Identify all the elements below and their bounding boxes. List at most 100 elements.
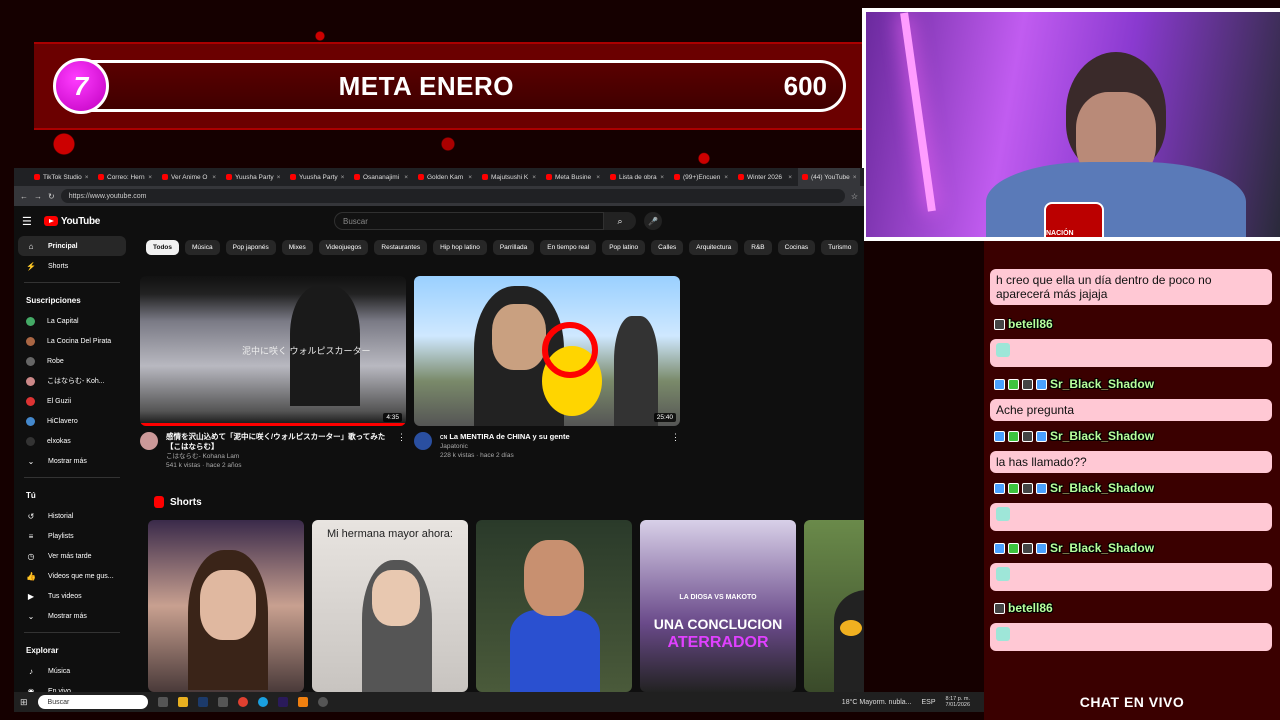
menu-icon[interactable]: ☰ — [22, 215, 32, 228]
sidebar-item-explore[interactable]: ◉ En vivo — [14, 681, 130, 693]
close-icon[interactable]: × — [724, 174, 728, 181]
sidebar-item-you[interactable]: ◷ Ver más tarde — [14, 546, 130, 566]
photoshop-icon[interactable] — [197, 697, 208, 707]
subscription-item[interactable]: elxokas — [14, 431, 130, 451]
close-icon[interactable]: × — [788, 174, 792, 181]
back-icon[interactable]: ← — [20, 192, 28, 201]
short-card[interactable] — [148, 520, 304, 692]
video-card[interactable]: 泥中に咲く ウォルピスカーター 4:35 感情を沢山込めて「泥中に咲く/ウォルピ… — [140, 276, 406, 470]
video-title[interactable]: CN La MENTIRA de CHINA y su gente — [440, 432, 570, 442]
browser-tab[interactable]: (44) YouTube × — [798, 168, 860, 186]
reload-icon[interactable]: ↻ — [48, 192, 55, 201]
filter-chip[interactable]: Música — [185, 240, 220, 255]
sidebar-item-you[interactable]: ↺ Historial — [14, 506, 130, 526]
chrome-icon[interactable] — [237, 697, 248, 707]
video-thumbnail[interactable]: 25:40 — [414, 276, 680, 426]
explorer-icon[interactable] — [177, 697, 188, 707]
app-icon[interactable] — [217, 697, 228, 707]
filter-chip[interactable]: Parrillada — [492, 240, 535, 255]
youtube-logo[interactable]: YouTube — [43, 216, 100, 227]
filter-chip[interactable]: Cocinas — [777, 240, 816, 255]
subscription-item[interactable]: ⌄ Mostrar más — [14, 451, 130, 471]
close-icon[interactable]: × — [596, 174, 600, 181]
forward-icon[interactable]: → — [34, 192, 42, 201]
mic-icon[interactable]: 🎤 — [644, 212, 662, 230]
filter-chip[interactable]: Pop latino — [602, 240, 646, 255]
chat-username[interactable]: Sr_Black_Shadow — [994, 481, 1154, 495]
close-icon[interactable]: × — [277, 174, 281, 181]
channel-avatar[interactable] — [414, 432, 432, 450]
video-card[interactable]: 25:40 CN La MENTIRA de CHINA y su gente … — [414, 276, 680, 460]
close-icon[interactable]: × — [468, 174, 472, 181]
browser-tab[interactable]: Yuusha Party × — [222, 168, 284, 186]
close-icon[interactable]: × — [532, 174, 536, 181]
browser-tab[interactable]: Correo: Hern × — [94, 168, 156, 186]
sidebar-item-you[interactable]: ▶ Tus videos — [14, 586, 130, 606]
sidebar-item-principal[interactable]: ⌂ Principal — [18, 236, 126, 256]
filter-chip[interactable]: Hip hop latino — [433, 240, 487, 255]
browser-tab[interactable]: (99+)Encuen × — [670, 168, 732, 186]
taskbar-search[interactable]: Buscar — [37, 695, 148, 709]
short-card[interactable]: LA DIOSA VS MAKOTO UNA CONCLUCION ATERRA… — [640, 520, 796, 692]
close-icon[interactable]: × — [341, 174, 345, 181]
search-input[interactable]: Buscar — [334, 212, 604, 230]
browser-tab[interactable]: Yuusha Party × — [286, 168, 348, 186]
filter-chip[interactable]: Videojuegos — [318, 240, 369, 255]
browser-tab[interactable]: Lista de obra × — [606, 168, 668, 186]
sidebar-item-explore[interactable]: ♪ Música — [14, 661, 130, 681]
address-bar[interactable]: https://www.youtube.com — [60, 189, 845, 203]
browser-tab[interactable]: Ver Anime O × — [158, 168, 220, 186]
star-icon[interactable]: ☆ — [851, 192, 858, 201]
chat-username[interactable]: Sr_Black_Shadow — [994, 377, 1154, 391]
subscription-item[interactable]: HiClavero — [14, 411, 130, 431]
browser-tab[interactable]: TikTok Studio × — [30, 168, 92, 186]
filter-chip[interactable]: En tiempo real — [540, 240, 597, 255]
browser-tab[interactable]: Winter 2026 × — [734, 168, 796, 186]
filter-chip[interactable]: Calles — [651, 240, 684, 255]
browser-tab[interactable]: Meta Busine × — [542, 168, 604, 186]
windows-start-icon[interactable]: ⊞ — [20, 697, 28, 708]
chat-username[interactable]: Sr_Black_Shadow — [994, 541, 1154, 555]
subscription-item[interactable]: La Cocina Del Pirata — [14, 331, 130, 351]
video-thumbnail[interactable]: 泥中に咲く ウォルピスカーター 4:35 — [140, 276, 406, 426]
sidebar-item-you[interactable]: ≡ Playlists — [14, 526, 130, 546]
channel-avatar[interactable] — [140, 432, 158, 450]
browser-tab[interactable]: Golden Kam × — [414, 168, 476, 186]
close-icon[interactable]: × — [660, 174, 664, 181]
search-icon[interactable]: ⌕ — [604, 212, 636, 230]
subscription-item[interactable]: Robe — [14, 351, 130, 371]
edge-icon[interactable] — [257, 697, 268, 707]
you-heading[interactable]: Tú — [14, 484, 130, 506]
channel-name[interactable]: こはならむ- Kohana Lam — [166, 452, 389, 461]
short-card[interactable] — [476, 520, 632, 692]
more-options-icon[interactable]: ⋮ — [671, 432, 680, 460]
sidebar-item-shorts[interactable]: ⚡ Shorts — [14, 256, 130, 276]
subscriptions-heading[interactable]: Suscripciones — [14, 289, 130, 311]
weather[interactable]: 18°C Mayorm. nubla... — [842, 699, 912, 706]
browser-tab[interactable]: Majutsushi K × — [478, 168, 540, 186]
short-card[interactable] — [804, 520, 864, 692]
video-title[interactable]: 感情を沢山込めて「泥中に咲く/ウォルピスカーター」歌ってみた【こはならむ】 — [166, 432, 389, 452]
premiere-icon[interactable] — [277, 697, 288, 707]
filter-chip[interactable]: Arquitectura — [689, 240, 739, 255]
close-icon[interactable]: × — [404, 174, 408, 181]
clock[interactable]: 8:17 p. m. 7/01/2026 — [946, 696, 970, 708]
language-indicator[interactable]: ESP — [922, 699, 936, 706]
chat-username[interactable]: Sr_Black_Shadow — [994, 429, 1154, 443]
channel-name[interactable]: Japatonic — [440, 442, 570, 451]
close-icon[interactable]: × — [148, 174, 152, 181]
filter-chip[interactable]: R&B — [744, 240, 772, 255]
browser-tab[interactable]: Osananajimi × — [350, 168, 412, 186]
filter-chip[interactable]: Pop japonés — [225, 240, 276, 255]
close-icon[interactable]: × — [85, 174, 89, 181]
close-icon[interactable]: × — [212, 174, 216, 181]
sidebar-item-you[interactable]: ⌄ Mostrar más — [14, 606, 130, 626]
subscription-item[interactable]: El Guzii — [14, 391, 130, 411]
more-options-icon[interactable]: ⋮ — [397, 432, 406, 470]
filter-chip[interactable]: Todos — [146, 240, 180, 255]
short-card[interactable]: Mi hermana mayor ahora: — [312, 520, 468, 692]
chat-username[interactable]: betell86 — [994, 317, 1053, 331]
vlc-icon[interactable] — [297, 697, 308, 707]
filter-chip[interactable]: Restaurantes — [374, 240, 428, 255]
sidebar-item-you[interactable]: 👍 Videos que me gus... — [14, 566, 130, 586]
